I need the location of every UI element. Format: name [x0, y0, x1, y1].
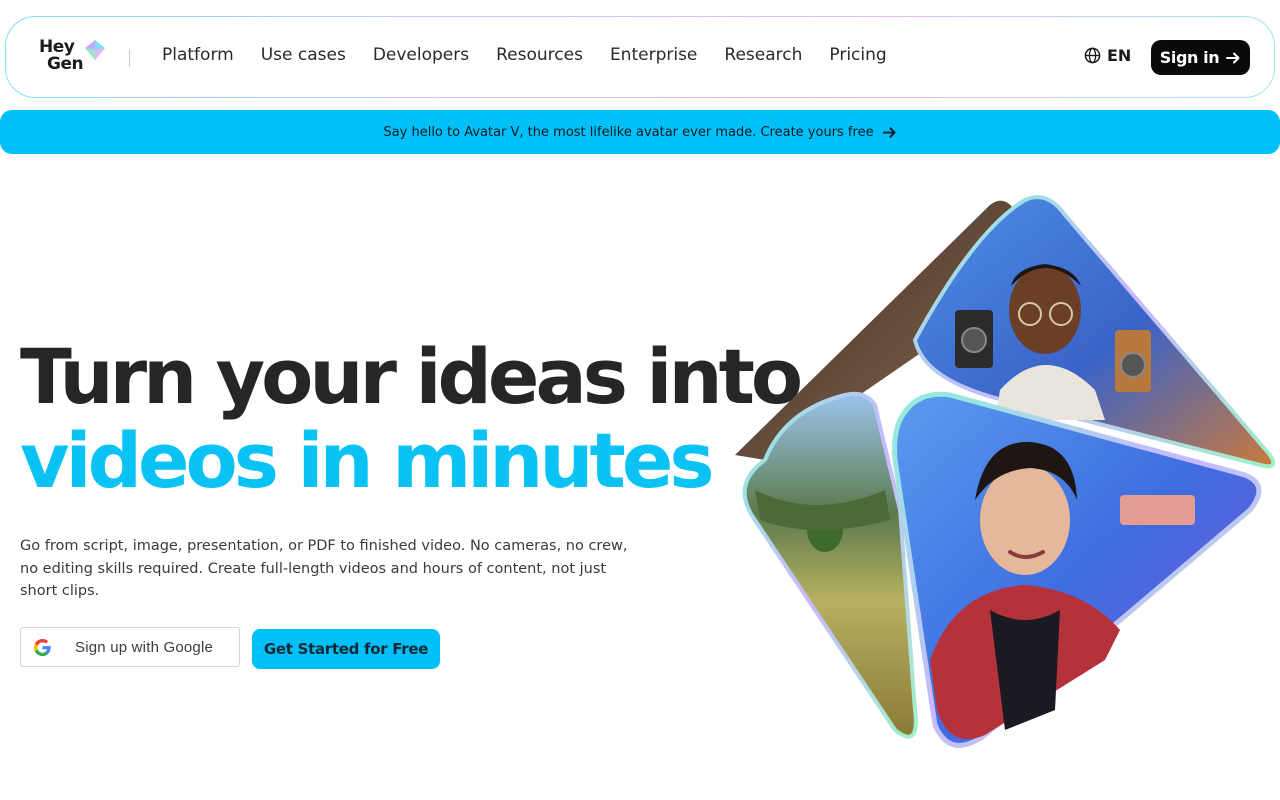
nav-developers[interactable]: Developers: [373, 45, 469, 65]
hero-subtext: Go from script, image, presentation, or …: [20, 538, 628, 599]
sign-in-label: Sign in: [1159, 48, 1220, 67]
nav-research[interactable]: Research: [724, 45, 802, 65]
hero-avatar-gem-image: [735, 195, 1276, 748]
arrow-right-icon: [1226, 52, 1240, 63]
logo-line-2: Gen: [47, 54, 84, 74]
announcement-banner[interactable]: Say hello to Avatar V, the most lifelike…: [0, 110, 1280, 154]
logo-wordmark: Hey Gen: [39, 39, 84, 74]
nav-platform[interactable]: Platform: [162, 45, 234, 65]
heygen-logo[interactable]: Hey Gen: [39, 39, 109, 79]
gem-icon: [85, 40, 105, 60]
google-icon: [33, 638, 51, 657]
google-signup-button[interactable]: Sign up with Google: [20, 627, 240, 667]
top-navbar: Hey Gen Platform Use cases Developers Re…: [5, 16, 1275, 98]
get-started-button[interactable]: Get Started for Free: [252, 629, 440, 669]
nav-enterprise[interactable]: Enterprise: [610, 45, 697, 65]
headline-line-2: videos in minutes: [20, 416, 715, 505]
nav-links: Platform Use cases Developers Resources …: [162, 45, 914, 65]
hero-headline: Turn your ideas into videos in minutes: [20, 332, 803, 505]
language-label: EN: [1107, 46, 1132, 65]
language-selector[interactable]: EN: [1084, 46, 1131, 65]
arrow-right-icon: [882, 126, 896, 138]
google-signup-label: Sign up with Google: [75, 639, 214, 656]
nav-divider: [129, 49, 130, 67]
get-started-label: Get Started for Free: [263, 640, 429, 658]
sign-in-button[interactable]: Sign in: [1151, 40, 1250, 75]
globe-icon: [1084, 47, 1101, 64]
banner-text: Say hello to Avatar V, the most lifelike…: [383, 124, 874, 140]
nav-resources[interactable]: Resources: [496, 45, 583, 65]
headline-line-1: Turn your ideas into: [20, 332, 803, 421]
nav-use-cases[interactable]: Use cases: [261, 45, 346, 65]
nav-pricing[interactable]: Pricing: [829, 45, 886, 65]
